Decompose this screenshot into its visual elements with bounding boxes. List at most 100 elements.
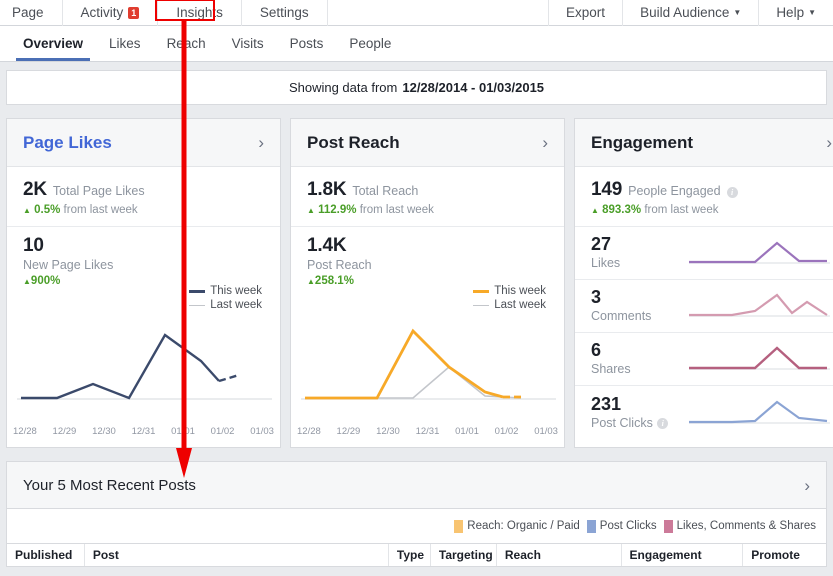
column-header-published[interactable]: Published	[7, 544, 85, 566]
top-nav-item-insights[interactable]: Insights	[158, 0, 242, 26]
legend-swatch-likes-comments-shares-icon	[664, 520, 673, 533]
post-reach-card[interactable]: Post Reach › 1.8K Total Reach ▲ 112.9% f…	[290, 118, 565, 448]
page-likes-total-value: 2K	[23, 179, 47, 201]
comments-value: 3	[591, 287, 687, 307]
tab-posts-label: Posts	[290, 36, 324, 51]
post-reach-card-header[interactable]: Post Reach ›	[291, 119, 564, 167]
x-tick: 12/29	[53, 426, 77, 437]
x-tick: 12/30	[376, 426, 400, 437]
page-likes-line-chart-svg	[7, 295, 282, 425]
top-nav-item-settings[interactable]: Settings	[242, 0, 328, 26]
page-likes-chart: This week Last week 12/28	[7, 287, 280, 447]
x-tick: 01/03	[534, 426, 558, 437]
column-header-promote[interactable]: Promote	[743, 544, 826, 566]
tab-overview-label: Overview	[23, 36, 83, 51]
new-page-likes-delta-value: 900%	[31, 275, 60, 287]
column-header-post[interactable]: Post	[85, 544, 389, 566]
up-triangle-icon: ▲	[591, 206, 599, 215]
post-reach-secondary-block: 1.4K Post Reach ▲258.1%	[291, 227, 564, 287]
likes-sparkline	[687, 236, 832, 270]
top-nav-settings-label: Settings	[260, 5, 309, 20]
top-nav-item-activity[interactable]: Activity 1	[63, 0, 159, 26]
chevron-down-icon: ▼	[808, 9, 816, 17]
engagement-card-header[interactable]: Engagement ›	[575, 119, 833, 167]
chevron-right-icon[interactable]: ›	[542, 134, 548, 151]
column-header-promote-label: Promote	[751, 548, 800, 562]
column-header-targeting[interactable]: Targeting	[431, 544, 497, 566]
engagement-card[interactable]: Engagement › 149 People Engaged i ▲ 893.…	[574, 118, 833, 448]
new-page-likes-value: 10	[23, 235, 264, 257]
tab-people[interactable]: People	[336, 26, 404, 61]
engagement-title: Engagement	[591, 133, 693, 153]
people-engaged-value: 149	[591, 179, 622, 201]
page-likes-card[interactable]: Page Likes › 2K Total Page Likes ▲ 0.5% …	[6, 118, 281, 448]
export-button[interactable]: Export	[548, 0, 622, 26]
legend-line-this-week-icon	[473, 290, 489, 293]
tab-visits[interactable]: Visits	[219, 26, 277, 61]
page-likes-total-label: Total Page Likes	[53, 184, 145, 198]
shares-label: Shares	[591, 362, 631, 376]
top-nav-right-group: Export Build Audience ▼ Help ▼	[548, 0, 833, 26]
post-reach-x-axis: 12/28 12/29 12/30 12/31 01/01 01/02 01/0…	[297, 426, 558, 437]
top-nav-page-label: Page	[12, 5, 44, 20]
likes-label: Likes	[591, 256, 620, 270]
legend-swatch-reach-icon	[454, 520, 463, 533]
top-nav-item-page[interactable]: Page	[0, 0, 63, 26]
insights-page: Page Activity 1 Insights Settings Export…	[0, 0, 833, 576]
column-header-published-label: Published	[15, 548, 72, 562]
chevron-right-icon[interactable]: ›	[804, 477, 810, 494]
legend-likes-comments-shares-label: Likes, Comments & Shares	[677, 520, 816, 532]
x-tick: 12/30	[92, 426, 116, 437]
chevron-down-icon: ▼	[733, 9, 741, 17]
post-clicks-sparkline-svg	[687, 396, 832, 430]
likes-value: 27	[591, 234, 687, 254]
build-audience-label: Build Audience	[640, 5, 729, 20]
page-likes-secondary-block: 10 New Page Likes ▲900%	[7, 227, 280, 287]
people-engaged-delta-suffix: from last week	[644, 204, 718, 216]
tab-overview[interactable]: Overview	[10, 26, 96, 61]
up-triangle-icon: ▲	[23, 206, 31, 215]
column-header-reach[interactable]: Reach	[497, 544, 622, 566]
recent-posts-header[interactable]: Your 5 Most Recent Posts ›	[6, 461, 827, 509]
page-likes-total-delta: ▲ 0.5% from last week	[23, 204, 264, 216]
chevron-right-icon[interactable]: ›	[258, 134, 264, 151]
total-reach-delta: ▲ 112.9% from last week	[307, 204, 548, 216]
total-reach-label: Total Reach	[352, 184, 418, 198]
build-audience-button[interactable]: Build Audience ▼	[622, 0, 758, 26]
post-reach-delta-value: 258.1%	[315, 275, 354, 287]
post-reach-total-block: 1.8K Total Reach ▲ 112.9% from last week	[291, 167, 564, 227]
x-tick: 12/28	[297, 426, 321, 437]
shares-value: 6	[591, 340, 687, 360]
tab-posts[interactable]: Posts	[277, 26, 337, 61]
page-likes-card-header[interactable]: Page Likes ›	[7, 119, 280, 167]
comments-sparkline-svg	[687, 289, 832, 323]
help-button[interactable]: Help ▼	[758, 0, 833, 26]
tab-likes[interactable]: Likes	[96, 26, 154, 61]
total-reach-delta-value: 112.9%	[318, 204, 356, 216]
chevron-right-icon[interactable]: ›	[826, 134, 832, 151]
likes-sparkline-svg	[687, 236, 832, 270]
date-range-prefix: Showing data from	[289, 80, 397, 95]
x-tick: 01/02	[211, 426, 235, 437]
info-icon[interactable]: i	[727, 187, 738, 198]
info-icon[interactable]: i	[657, 418, 668, 429]
people-engaged-label: People Engaged	[628, 184, 720, 198]
post-reach-card-body: 1.8K Total Reach ▲ 112.9% from last week…	[291, 167, 564, 447]
metric-cards-row: Page Likes › 2K Total Page Likes ▲ 0.5% …	[0, 105, 833, 448]
column-header-engagement-label: Engagement	[630, 548, 702, 562]
recent-posts-title: Your 5 Most Recent Posts	[23, 477, 196, 494]
legend-post-clicks-label: Post Clicks	[600, 520, 657, 532]
date-range-value: 12/28/2014 - 01/03/2015	[402, 80, 544, 95]
up-triangle-icon: ▲	[23, 277, 31, 286]
column-header-type[interactable]: Type	[389, 544, 431, 566]
post-clicks-sparkline	[687, 396, 832, 430]
comments-sparkline	[687, 289, 832, 323]
x-tick: 01/02	[495, 426, 519, 437]
total-reach-delta-suffix: from last week	[360, 204, 434, 216]
top-nav-insights-label: Insights	[176, 5, 223, 20]
tab-likes-label: Likes	[109, 36, 141, 51]
legend-item-post-clicks: Post Clicks	[587, 520, 657, 533]
post-reach-chart: This week Last week 12/2	[291, 287, 564, 447]
column-header-engagement[interactable]: Engagement	[622, 544, 744, 566]
date-range-section: Showing data from 12/28/2014 - 01/03/201…	[0, 62, 833, 105]
